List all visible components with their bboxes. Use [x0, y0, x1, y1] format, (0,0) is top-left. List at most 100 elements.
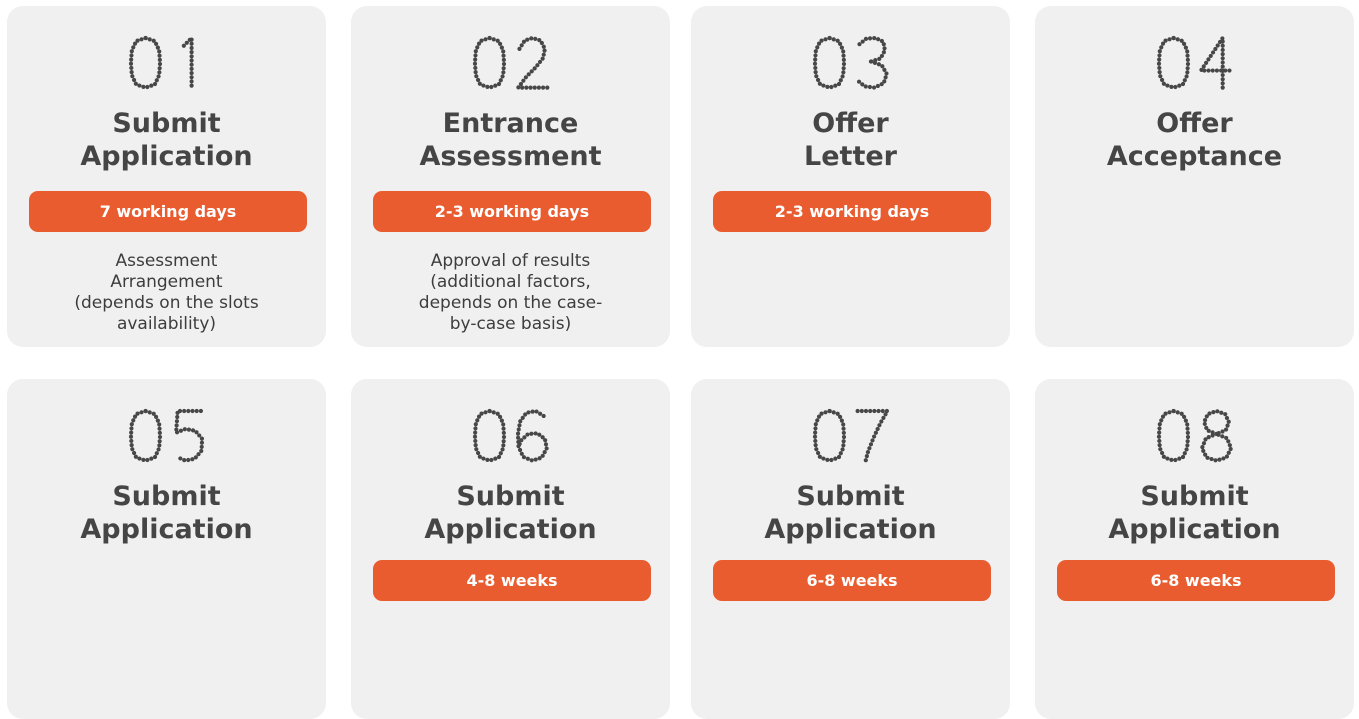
- step-card-03: Offer Letter 2-3 working days: [691, 6, 1010, 347]
- digit-dot: [525, 456, 530, 461]
- digit-dot: [199, 436, 204, 441]
- digit-dot: [499, 74, 505, 79]
- digit-dot: [867, 408, 872, 414]
- digit-dot: [859, 408, 864, 414]
- digit-dot: [140, 84, 145, 89]
- digit-dot: [879, 82, 884, 87]
- step-card-04: Offer Acceptance: [1035, 6, 1354, 347]
- digit-dot: [817, 81, 822, 86]
- digit-dot: [472, 65, 477, 71]
- duration-badge: 6-8 weeks: [713, 560, 991, 601]
- step-number: [7, 407, 326, 463]
- digit-dot: [866, 446, 871, 451]
- digit-dot: [1182, 451, 1187, 456]
- digit-dot: [839, 74, 845, 79]
- digit-dot: [544, 446, 549, 451]
- duration-badge: 2-3 working days: [373, 191, 651, 232]
- digit-dot: [1212, 46, 1217, 52]
- digit-dot: [1156, 65, 1161, 71]
- duration-badge: 6-8 weeks: [1057, 560, 1335, 601]
- description-line: by-case basis): [449, 314, 572, 334]
- digit-dot: [820, 83, 826, 88]
- digit-dot: [476, 41, 481, 46]
- digit-dot: [1202, 437, 1208, 442]
- digit-dot: [189, 41, 194, 46]
- digit-dot: [174, 419, 179, 424]
- digit-dot: [1222, 412, 1227, 417]
- digit-dot: [536, 85, 541, 90]
- digit-dot: [1208, 53, 1213, 59]
- digit-dot: [157, 66, 162, 71]
- digit-dot: [1179, 38, 1184, 43]
- digit-dot: [473, 443, 478, 448]
- digit-dot: [1157, 422, 1162, 427]
- digit-dot: [812, 61, 817, 66]
- digit-dot: [1220, 60, 1225, 65]
- digit-dot: [475, 450, 480, 456]
- step-number-dots: [1156, 408, 1233, 463]
- digit-dot: [1208, 456, 1214, 462]
- digit-dot: [864, 454, 869, 459]
- digit-dot: [491, 410, 496, 415]
- step-title-line: Application: [80, 514, 253, 545]
- digit-dot: [1184, 422, 1189, 427]
- digit-dot: [541, 48, 547, 53]
- digit-dot: [516, 427, 521, 432]
- digit-dot: [480, 456, 486, 461]
- digit-dot: [841, 66, 846, 71]
- digit-dot: [1220, 52, 1225, 57]
- digit-dot: [484, 84, 489, 89]
- digit-dot: [832, 83, 837, 88]
- digit-dot: [1223, 435, 1228, 441]
- digit-dot: [498, 78, 503, 83]
- digit-dot: [495, 38, 500, 43]
- digit-dot: [128, 438, 133, 444]
- digit-dot: [840, 426, 846, 431]
- digit-dot: [515, 85, 520, 90]
- digit-dot: [1205, 57, 1211, 62]
- digit-dot: [1184, 426, 1190, 431]
- step-card-08: Submit Application 6-8 weeks: [1035, 379, 1354, 719]
- digit-dot: [1204, 455, 1210, 460]
- digit-dot: [515, 431, 520, 436]
- digit-dot: [815, 450, 820, 456]
- digit-dot: [184, 40, 189, 45]
- step-title: Offer Letter: [691, 107, 1010, 173]
- digit-dot: [524, 432, 530, 437]
- step-number-dots: [472, 35, 549, 90]
- digit-dot: [151, 411, 156, 416]
- digit-dot: [189, 75, 194, 80]
- step-number-dots: [128, 408, 204, 463]
- digit-dot: [528, 36, 533, 41]
- digit-dot: [128, 61, 133, 66]
- digit-dot: [472, 434, 477, 439]
- digit-dot: [472, 430, 477, 435]
- digit-dot: [855, 408, 860, 414]
- digit-dot: [129, 422, 134, 427]
- digit-dot: [1184, 49, 1189, 54]
- digit-dot: [1176, 83, 1181, 88]
- digit-dot: [516, 46, 522, 51]
- digit-dot: [501, 66, 506, 71]
- digit-dot: [1218, 68, 1223, 73]
- digit-dot: [835, 411, 840, 416]
- step-title: Submit Application: [7, 107, 326, 173]
- description-line: Assessment: [115, 251, 218, 271]
- digit-dot: [867, 36, 872, 41]
- digit-dot: [812, 65, 817, 71]
- digit-dot: [831, 410, 836, 415]
- digit-dot: [873, 430, 878, 435]
- digit-dot: [174, 430, 179, 435]
- digit-dot: [878, 419, 883, 424]
- step-number-dots: [812, 408, 889, 463]
- digit-dot: [501, 57, 506, 62]
- digit-dot: [1157, 447, 1162, 452]
- digit-dot: [496, 81, 501, 87]
- digit-dot: [174, 410, 180, 415]
- digit-dot: [1200, 448, 1205, 453]
- step-number: [351, 34, 670, 90]
- digit-dot: [130, 45, 135, 50]
- digit-dot: [524, 37, 529, 42]
- digit-dot: [181, 408, 186, 414]
- digit-dot: [473, 49, 478, 54]
